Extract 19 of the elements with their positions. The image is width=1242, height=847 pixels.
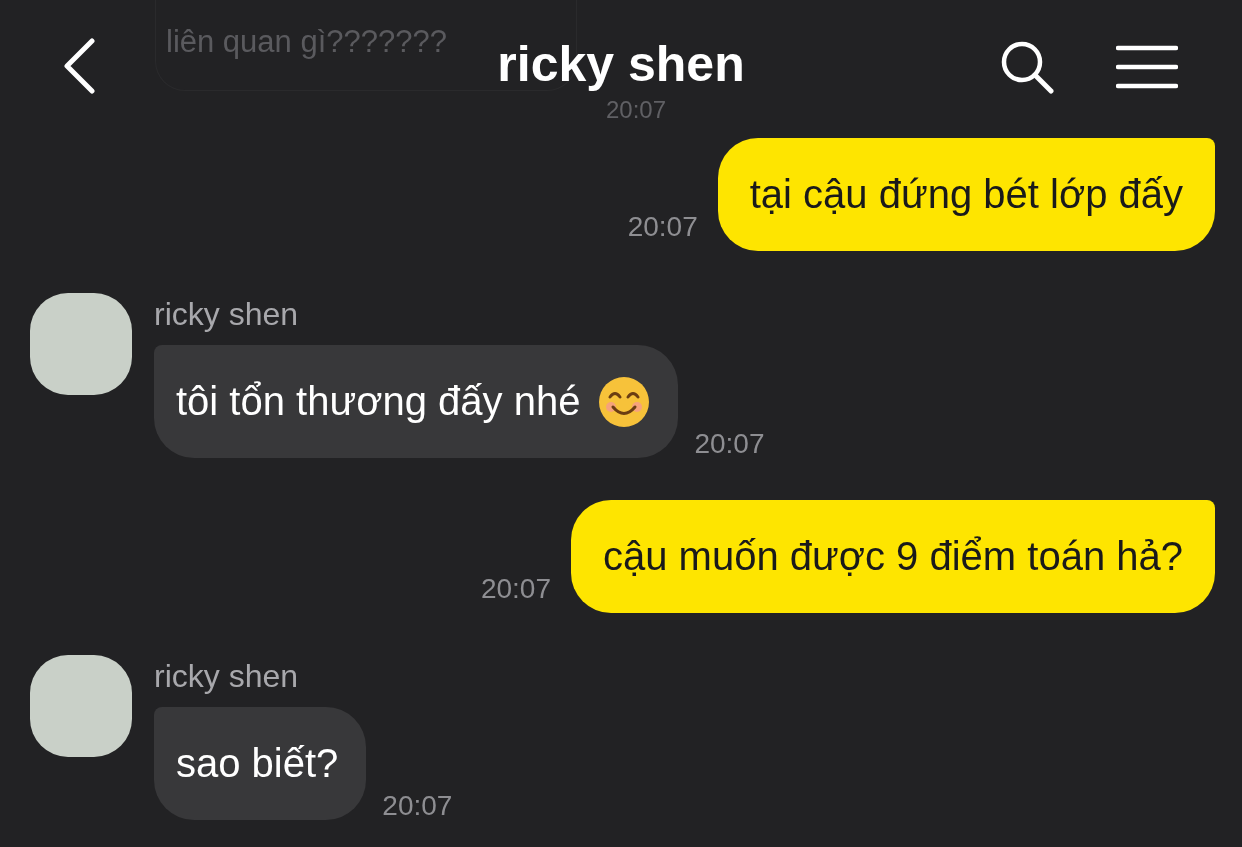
avatar-photo-placeholder[interactable] bbox=[30, 293, 132, 395]
search-icon[interactable] bbox=[1000, 40, 1054, 94]
message-text: tôi tổn thương đấy nhé bbox=[176, 379, 581, 424]
message-time: 20:07 bbox=[606, 96, 667, 124]
sender-name: ricky shen bbox=[154, 295, 300, 333]
chat-title: ricky shen bbox=[497, 35, 745, 93]
message-time: 20:07 bbox=[627, 211, 698, 243]
smiling-face-icon bbox=[598, 375, 651, 428]
back-icon[interactable] bbox=[62, 38, 96, 94]
message-time: 20:07 bbox=[480, 573, 551, 605]
sent-message-bubble: cậu muốn được 9 điểm toán hả? bbox=[570, 500, 1215, 613]
message-text: sao biết? bbox=[176, 741, 339, 786]
avatar-photo-placeholder[interactable] bbox=[30, 655, 132, 757]
message-time: 20:07 bbox=[382, 790, 453, 822]
message-time: 20:07 bbox=[694, 428, 765, 460]
menu-icon[interactable] bbox=[1116, 44, 1178, 90]
sent-message-bubble: tại cậu đứng bét lớp đấy bbox=[717, 138, 1215, 251]
sender-name: ricky shen bbox=[154, 657, 300, 695]
faded-message-text: liên quan gì??????? bbox=[166, 24, 447, 60]
